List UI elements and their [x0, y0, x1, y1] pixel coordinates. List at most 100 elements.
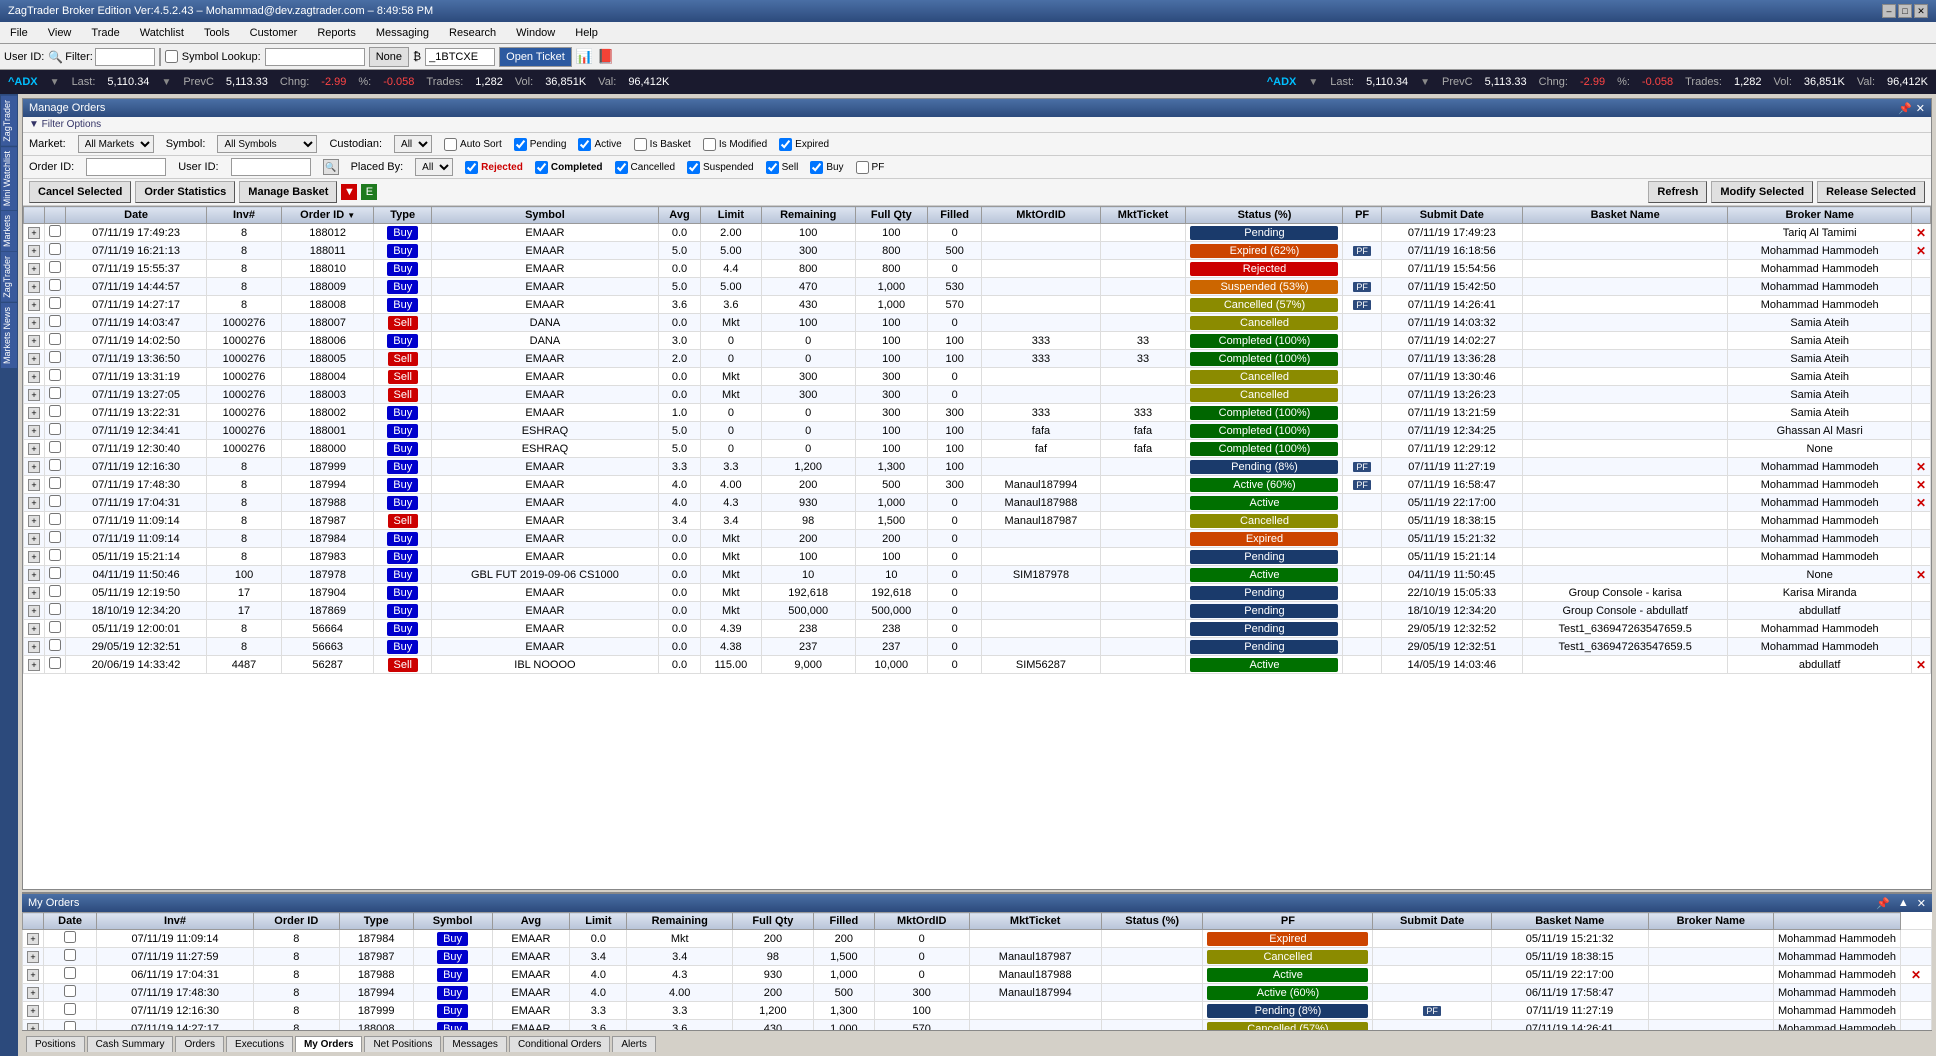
- is-modified-checkbox[interactable]: [703, 138, 716, 151]
- filter-checkbox[interactable]: [165, 50, 178, 63]
- table-row[interactable]: + 05/11/19 12:00:01 8 56664 Buy EMAAR 0.…: [24, 620, 1931, 638]
- cell-delete[interactable]: [1911, 260, 1930, 278]
- mo-col-type[interactable]: Type: [339, 913, 413, 930]
- tab-alerts[interactable]: Alerts: [612, 1036, 656, 1052]
- tab-my-orders[interactable]: My Orders: [295, 1036, 362, 1052]
- row-checkbox[interactable]: [49, 585, 61, 597]
- col-full-qty[interactable]: Full Qty: [855, 207, 927, 224]
- row-checkbox[interactable]: [49, 423, 61, 435]
- row-checkbox[interactable]: [49, 639, 61, 651]
- tab-executions[interactable]: Executions: [226, 1036, 293, 1052]
- row-checkbox[interactable]: [64, 985, 76, 997]
- delete-button[interactable]: ✕: [1911, 968, 1921, 982]
- col-broker-name[interactable]: Broker Name: [1728, 207, 1912, 224]
- pending-checkbox[interactable]: [514, 138, 527, 151]
- buy-checkbox[interactable]: [810, 161, 823, 174]
- refresh-button[interactable]: Refresh: [1648, 181, 1707, 203]
- market-select[interactable]: All Markets: [78, 135, 154, 153]
- export-pdf-icon[interactable]: ▼: [341, 184, 357, 200]
- row-checkbox[interactable]: [49, 549, 61, 561]
- cancelled-checkbox[interactable]: [615, 161, 628, 174]
- expand-button[interactable]: +: [28, 533, 40, 545]
- cell-delete[interactable]: [1911, 296, 1930, 314]
- table-row[interactable]: + 07/11/19 14:02:50 1000276 188006 Buy D…: [24, 332, 1931, 350]
- cell-delete[interactable]: [1911, 620, 1930, 638]
- tab-net-positions[interactable]: Net Positions: [364, 1036, 441, 1052]
- row-checkbox[interactable]: [49, 351, 61, 363]
- col-basket-name[interactable]: Basket Name: [1522, 207, 1728, 224]
- expand-button[interactable]: +: [28, 299, 40, 311]
- symbol-lookup-input[interactable]: [265, 48, 365, 66]
- expand-button[interactable]: +: [28, 497, 40, 509]
- col-inv[interactable]: Inv#: [207, 207, 282, 224]
- row-checkbox[interactable]: [49, 297, 61, 309]
- expand-button[interactable]: +: [28, 335, 40, 347]
- export-excel-icon[interactable]: E: [361, 184, 377, 200]
- expand-button[interactable]: +: [28, 263, 40, 275]
- expand-button[interactable]: +: [28, 371, 40, 383]
- cell-delete[interactable]: [1911, 314, 1930, 332]
- cell-delete[interactable]: [1911, 440, 1930, 458]
- table-row[interactable]: + 07/11/19 14:44:57 8 188009 Buy EMAAR 5…: [24, 278, 1931, 296]
- expand-button[interactable]: +: [28, 443, 40, 455]
- menu-messaging[interactable]: Messaging: [370, 25, 435, 41]
- cell-delete[interactable]: [1901, 1002, 1932, 1020]
- row-checkbox[interactable]: [64, 931, 76, 943]
- tab-orders[interactable]: Orders: [175, 1036, 224, 1052]
- cell-delete[interactable]: [1911, 404, 1930, 422]
- table-row[interactable]: + 07/11/19 14:27:17 8 188008 Buy EMAAR 3…: [24, 296, 1931, 314]
- col-status[interactable]: Status (%): [1186, 207, 1343, 224]
- symbol-select[interactable]: All Symbols: [217, 135, 317, 153]
- menu-tools[interactable]: Tools: [198, 25, 236, 41]
- menu-watchlist[interactable]: Watchlist: [134, 25, 190, 41]
- expand-button[interactable]: +: [28, 245, 40, 257]
- none-button[interactable]: None: [369, 47, 409, 67]
- row-checkbox[interactable]: [49, 657, 61, 669]
- completed-checkbox[interactable]: [535, 161, 548, 174]
- mo-col-filled[interactable]: Filled: [813, 913, 874, 930]
- orders-table-container[interactable]: Date Inv# Order ID ▼ Type Symbol Avg Lim…: [23, 206, 1931, 889]
- table-row[interactable]: + 07/11/19 12:30:40 1000276 188000 Buy E…: [24, 440, 1931, 458]
- modify-selected-button[interactable]: Modify Selected: [1711, 181, 1813, 203]
- table-row[interactable]: + 07/11/19 13:22:31 1000276 188002 Buy E…: [24, 404, 1931, 422]
- row-checkbox[interactable]: [49, 567, 61, 579]
- cell-delete[interactable]: [1901, 984, 1932, 1002]
- expand-button[interactable]: +: [28, 641, 40, 653]
- maximize-button[interactable]: □: [1898, 4, 1912, 18]
- expand-button[interactable]: +: [28, 227, 40, 239]
- row-checkbox[interactable]: [49, 261, 61, 273]
- table-row[interactable]: + 07/11/19 12:34:41 1000276 188001 Buy E…: [24, 422, 1931, 440]
- side-tab-zagtrader2[interactable]: ZagTrader: [1, 252, 17, 302]
- cell-delete[interactable]: [1911, 584, 1930, 602]
- expand-button[interactable]: +: [28, 281, 40, 293]
- open-ticket-button[interactable]: Open Ticket: [499, 47, 572, 67]
- delete-button[interactable]: ✕: [1916, 568, 1926, 582]
- order-id-input[interactable]: [86, 158, 166, 176]
- row-checkbox[interactable]: [49, 459, 61, 471]
- table-row[interactable]: + 06/11/19 17:04:31 8 187988 Buy EMAAR 4…: [23, 966, 1932, 984]
- row-checkbox[interactable]: [49, 315, 61, 327]
- manage-basket-button[interactable]: Manage Basket: [239, 181, 337, 203]
- my-orders-table-container[interactable]: Date Inv# Order ID Type Symbol Avg Limit…: [22, 912, 1932, 1030]
- manage-orders-pin[interactable]: 📌: [1898, 102, 1912, 115]
- cell-delete[interactable]: [1911, 638, 1930, 656]
- col-avg[interactable]: Avg: [658, 207, 700, 224]
- delete-button[interactable]: ✕: [1916, 496, 1926, 510]
- close-button[interactable]: ✕: [1914, 4, 1928, 18]
- cell-delete[interactable]: [1911, 350, 1930, 368]
- col-type[interactable]: Type: [374, 207, 432, 224]
- table-row[interactable]: + 07/11/19 11:09:14 8 187984 Buy EMAAR 0…: [23, 930, 1932, 948]
- menu-research[interactable]: Research: [443, 25, 502, 41]
- expand-button[interactable]: +: [28, 551, 40, 563]
- table-row[interactable]: + 29/05/19 12:32:51 8 56663 Buy EMAAR 0.…: [24, 638, 1931, 656]
- cell-delete[interactable]: ✕: [1901, 966, 1932, 984]
- sell-checkbox[interactable]: [766, 161, 779, 174]
- release-selected-button[interactable]: Release Selected: [1817, 181, 1925, 203]
- expand-button[interactable]: +: [27, 1005, 39, 1017]
- mo-col-order-id[interactable]: Order ID: [253, 913, 339, 930]
- table-row[interactable]: + 04/11/19 11:50:46 100 187978 Buy GBL F…: [24, 566, 1931, 584]
- expand-button[interactable]: +: [28, 587, 40, 599]
- table-row[interactable]: + 07/11/19 17:04:31 8 187988 Buy EMAAR 4…: [24, 494, 1931, 512]
- mo-col-broker[interactable]: Broker Name: [1648, 913, 1773, 930]
- cell-delete[interactable]: [1911, 332, 1930, 350]
